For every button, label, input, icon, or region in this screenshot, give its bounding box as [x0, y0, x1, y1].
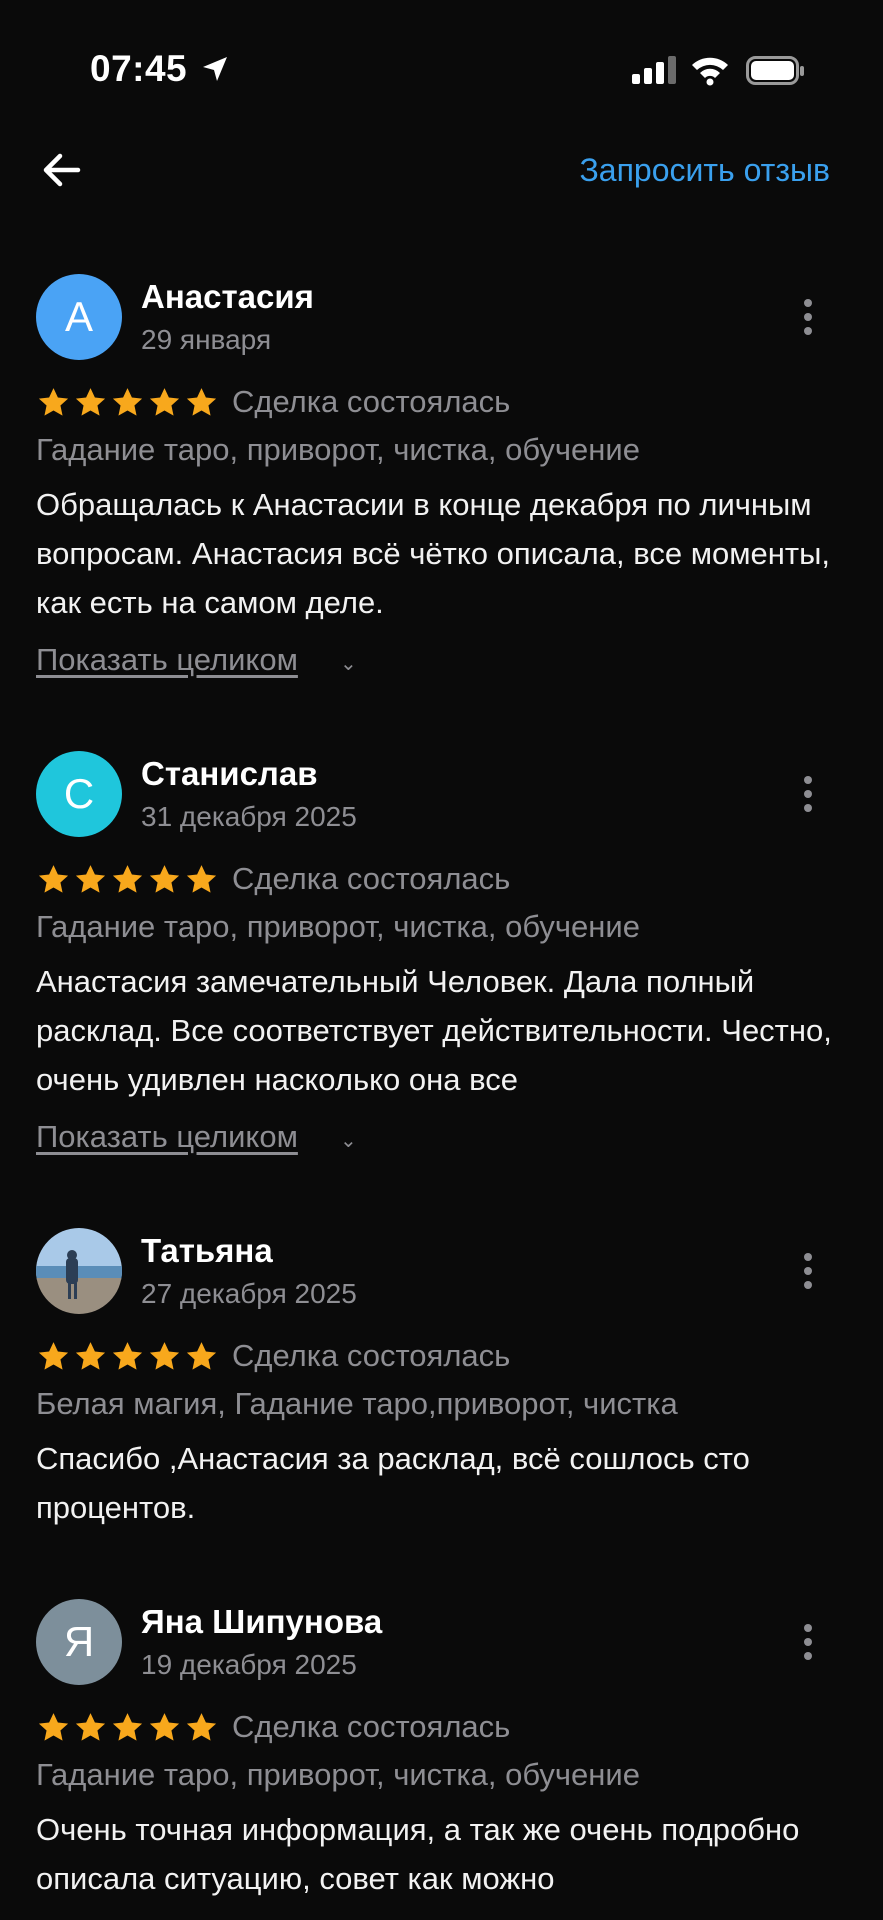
rating-stars: [36, 386, 219, 420]
rating-stars: [36, 863, 219, 897]
request-review-link[interactable]: Запросить отзыв: [579, 152, 830, 189]
wifi-icon: [692, 57, 728, 86]
rating-stars: [36, 1711, 219, 1745]
star-icon: [75, 1713, 106, 1741]
avatar-initial: С: [63, 770, 95, 817]
reviewer-name: Яна Шипунова: [141, 1603, 383, 1640]
star-icon: [112, 1342, 143, 1370]
show-full-link[interactable]: Показать целиком: [36, 642, 298, 678]
star-icon: [112, 388, 143, 416]
star-icon: [186, 1342, 217, 1370]
review-date: 29 января: [141, 324, 272, 355]
battery-icon: [746, 56, 804, 85]
more-options-icon[interactable]: [796, 296, 820, 338]
chevron-down-icon: ⌄: [340, 653, 357, 675]
more-options-icon[interactable]: [796, 1621, 820, 1663]
star-icon: [38, 1713, 69, 1741]
location-arrow-icon: [203, 57, 227, 81]
rating-stars: [36, 1340, 219, 1374]
deal-status: Сделка состоялась: [232, 1709, 511, 1744]
star-icon: [38, 1342, 69, 1370]
review-category: Гадание таро, приворот, чистка, обучение: [36, 909, 640, 944]
star-icon: [38, 865, 69, 893]
reviewer-name: Станислав: [141, 755, 318, 792]
review-text: Обращалась к Анастасии в конце декабря п…: [36, 487, 831, 620]
review-text: Анастасия замечательный Человек. Дала по…: [36, 964, 832, 1097]
star-icon: [38, 388, 69, 416]
review-category: Гадание таро, приворот, чистка, обучение: [36, 432, 640, 467]
nav-bar: Запросить отзыв: [0, 130, 883, 212]
review-category: Гадание таро, приворот, чистка, обучение: [36, 1757, 640, 1792]
avatar: Я: [36, 1599, 122, 1685]
star-icon: [75, 388, 106, 416]
reviewer-name: Татьяна: [141, 1232, 273, 1269]
status-time: 07:45: [90, 48, 188, 89]
status-bar: 07:45: [0, 0, 883, 120]
avatar-photo: [36, 1228, 122, 1314]
review-date: 31 декабря 2025: [141, 801, 357, 832]
deal-status: Сделка состоялась: [232, 861, 511, 896]
avatar: [36, 1228, 122, 1314]
star-icon: [186, 1713, 217, 1741]
show-full-link[interactable]: Показать целиком: [36, 1119, 298, 1155]
star-icon: [149, 1713, 180, 1741]
chevron-down-icon: ⌄: [340, 1130, 357, 1152]
star-icon: [112, 865, 143, 893]
deal-status: Сделка состоялась: [232, 384, 511, 419]
star-icon: [149, 1342, 180, 1370]
cellular-signal-icon: [632, 56, 676, 84]
star-icon: [75, 865, 106, 893]
star-icon: [186, 388, 217, 416]
star-icon: [75, 1342, 106, 1370]
star-icon: [186, 865, 217, 893]
review-date: 19 декабря 2025: [141, 1649, 357, 1680]
deal-status: Сделка состоялась: [232, 1338, 511, 1373]
more-options-icon[interactable]: [796, 1250, 820, 1292]
review-text: Очень точная информация, а так же очень …: [36, 1812, 800, 1896]
reviewer-name: Анастасия: [141, 278, 314, 315]
avatar: А: [36, 274, 122, 360]
avatar-initial: А: [64, 293, 93, 340]
star-icon: [149, 865, 180, 893]
avatar: С: [36, 751, 122, 837]
more-options-icon[interactable]: [796, 773, 820, 815]
review-date: 27 декабря 2025: [141, 1278, 357, 1309]
star-icon: [149, 388, 180, 416]
review-category: Белая магия, Гадание таро,приворот, чист…: [36, 1386, 678, 1421]
back-arrow-icon[interactable]: [36, 148, 88, 192]
star-icon: [112, 1713, 143, 1741]
avatar-initial: Я: [63, 1618, 95, 1665]
review-text: Спасибо ,Анастасия за расклад, всё сошло…: [36, 1441, 750, 1525]
